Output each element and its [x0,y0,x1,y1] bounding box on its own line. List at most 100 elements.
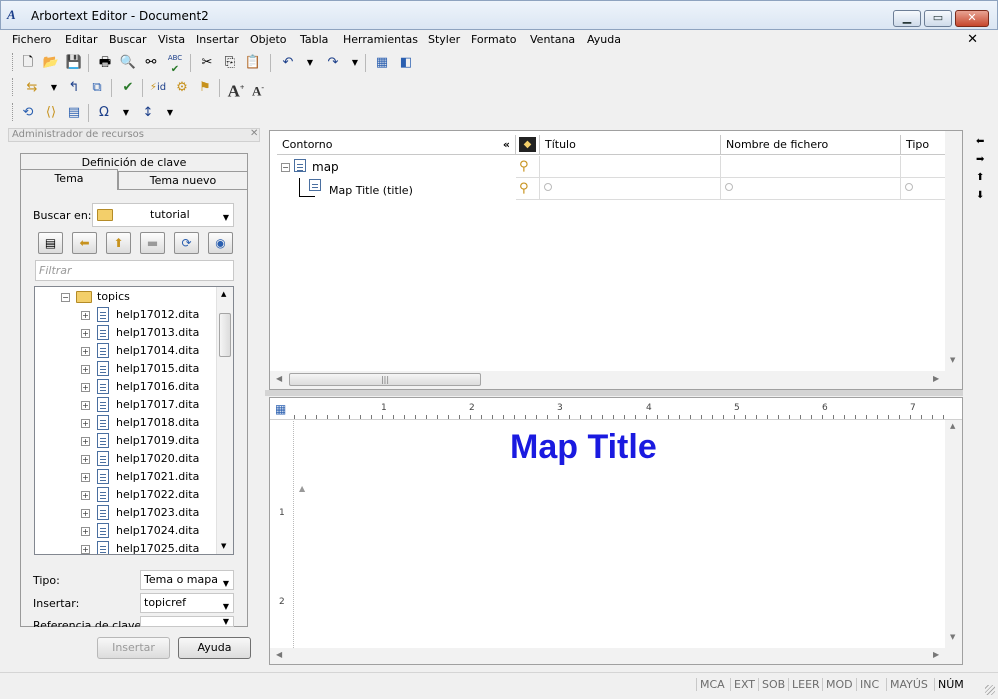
expand-icon[interactable]: + [81,437,90,446]
toolbar-grip[interactable] [12,103,15,121]
filename-cell[interactable] [721,178,901,200]
line-spacing-dropdown-icon[interactable]: ▼ [160,103,180,123]
document-horizontal-scrollbar[interactable]: ◀ ▶ [270,648,962,664]
menu-tabla[interactable]: Tabla [300,33,328,46]
insert-dropdown[interactable]: topicref ▼ [140,593,234,613]
ruler-corner-icon[interactable]: ▦ [275,402,286,416]
menu-objeto[interactable]: Objeto [250,33,287,46]
scroll-up-icon[interactable]: ▲ [221,290,226,298]
column-header-title[interactable]: Título [540,135,721,155]
scroll-up-icon[interactable]: ▲ [950,422,955,430]
scroll-thumb[interactable] [219,313,231,357]
tree-file-item[interactable]: + help17021.dita [35,468,215,486]
collapse-column-icon[interactable]: « [503,135,510,155]
back-folder-icon[interactable]: ⬅ [72,232,97,254]
line-spacing-icon[interactable]: ↕ [138,103,158,123]
tags-view-icon[interactable]: ▦ [372,53,392,73]
arrow-up-icon[interactable]: ⬆ [976,172,984,183]
tree-file-item[interactable]: + help17022.dita [35,486,215,504]
refresh-icon[interactable]: ⟳ [174,232,199,254]
tree-file-item[interactable]: + help17013.dita [35,324,215,342]
insert-id-icon[interactable]: ⚡id [148,78,168,98]
menu-editar[interactable]: Editar [65,33,98,46]
tab-topic[interactable]: Tema [20,169,118,190]
title-cell[interactable] [540,156,721,178]
resize-grip-icon[interactable] [985,685,995,695]
status-cell[interactable]: ⚲ [516,178,540,200]
column-header-type[interactable]: Tipo [901,135,946,155]
expand-icon[interactable]: + [81,509,90,518]
scroll-left-icon[interactable]: ◀ [276,374,282,383]
tree-file-item[interactable]: + help17017.dita [35,396,215,414]
expand-icon[interactable]: + [81,527,90,536]
menu-ventana[interactable]: Ventana [530,33,575,46]
paste-icon[interactable]: 📋 [243,53,263,73]
insert-text-icon[interactable]: ▤ [64,103,84,123]
outline-vertical-scrollbar[interactable]: ▼ [945,131,962,371]
minimize-button[interactable]: ▁ [893,10,921,27]
insert-symbol-icon[interactable]: Ω [94,103,114,123]
outline-horizontal-scrollbar[interactable]: ◀ ||| ▶ [270,371,962,389]
tree-file-item[interactable]: + help17016.dita [35,378,215,396]
arrow-left-icon[interactable]: ⬅ [976,136,984,147]
find-binoculars-icon[interactable]: ⚯ [141,53,161,73]
expand-icon[interactable]: + [81,347,90,356]
help-button[interactable]: Ayuda [178,637,251,659]
scroll-down-icon[interactable]: ▼ [950,356,955,364]
spellcheck-icon[interactable]: ABC ✔ [165,53,185,75]
cut-icon[interactable]: ✂ [197,53,217,73]
type-dropdown[interactable]: Tema o mapa ▼ [140,570,234,590]
split-element-icon[interactable]: ⧉ [87,78,107,98]
menu-herramientas[interactable]: Herramientas [343,33,418,46]
search-in-dropdown[interactable]: tutorial ▼ [92,203,234,227]
collapse-icon[interactable]: − [281,163,290,172]
resource-manager-close-icon[interactable]: ✕ [250,128,258,139]
expand-icon[interactable]: + [81,311,90,320]
scroll-thumb[interactable]: ||| [289,373,481,386]
insert-markup-dropdown-icon[interactable]: ▼ [44,78,64,98]
scroll-left-icon[interactable]: ◀ [276,650,282,659]
scroll-right-icon[interactable]: ▶ [933,374,939,383]
expand-icon[interactable]: + [81,491,90,500]
menu-fichero[interactable]: Fichero [12,33,51,46]
type-cell[interactable] [901,156,946,178]
document-vertical-scrollbar[interactable]: ▲ ▼ [945,420,962,648]
tree-file-item[interactable]: + help17023.dita [35,504,215,522]
insert-symbol-dropdown-icon[interactable]: ▼ [116,103,136,123]
expand-icon[interactable]: + [81,473,90,482]
expand-icon[interactable]: + [81,545,90,554]
filename-cell[interactable] [721,156,901,178]
insert-button[interactable]: Insertar [97,637,170,659]
expand-icon[interactable]: + [81,419,90,428]
column-header-status[interactable]: ◆ [516,135,540,155]
undo-icon[interactable]: ↶ [278,53,298,73]
expand-icon[interactable]: + [81,455,90,464]
font-smaller-icon[interactable]: A- [248,78,268,98]
menu-vista[interactable]: Vista [158,33,185,46]
scroll-down-icon[interactable]: ▼ [950,633,955,641]
new-document-icon[interactable]: 🗋 [18,53,38,73]
change-markup-icon[interactable]: ↰ [64,78,84,98]
scroll-right-icon[interactable]: ▶ [933,650,939,659]
print-preview-icon[interactable]: 🔍 [118,53,138,73]
new-folder-icon[interactable]: ▬ [140,232,165,254]
status-cell[interactable]: ⚲ [516,156,540,178]
tree-file-item[interactable]: + help17020.dita [35,450,215,468]
maximize-button[interactable]: ▭ [924,10,952,27]
browse-web-icon[interactable]: ◉ [208,232,233,254]
expand-icon[interactable]: + [81,401,90,410]
save-icon[interactable]: 💾 [64,53,84,73]
redo-dropdown-icon[interactable]: ▼ [345,53,365,73]
expand-icon[interactable]: + [81,329,90,338]
arrow-right-icon[interactable]: ➡ [976,154,984,165]
insert-object-icon[interactable]: ⟨⟩ [41,103,61,123]
tree-folder-topics[interactable]: − topics [35,288,215,306]
font-larger-icon[interactable]: A+ [226,78,246,101]
menu-insertar[interactable]: Insertar [196,33,239,46]
column-header-filename[interactable]: Nombre de fichero [721,135,901,155]
insert-file-icon[interactable]: ⟲ [18,103,38,123]
expand-icon[interactable]: + [81,365,90,374]
close-document-icon[interactable]: ✕ [967,32,978,47]
tree-file-item[interactable]: + help17015.dita [35,360,215,378]
toolbar-grip[interactable] [12,53,15,71]
